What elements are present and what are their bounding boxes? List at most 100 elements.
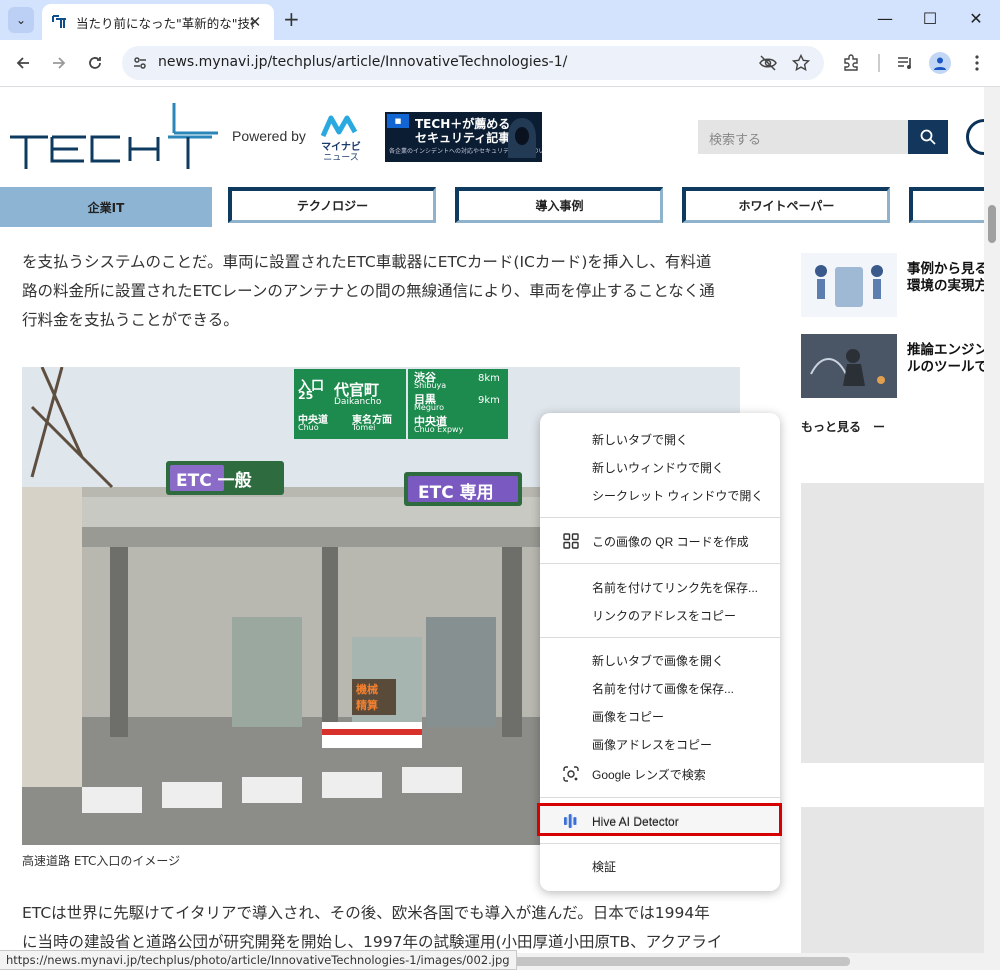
- ctx-label: 検証: [592, 859, 617, 874]
- ctx-google-lens[interactable]: Google レンズで検索: [540, 761, 780, 787]
- horizontal-scroll-thumb[interactable]: [470, 957, 850, 966]
- ctx-open-image-new-tab[interactable]: 新しいタブで画像を開く: [540, 647, 780, 673]
- ctx-open-new-window[interactable]: 新しいウィンドウで開く: [540, 454, 780, 480]
- scrollbar-corner: [984, 953, 1000, 970]
- ctx-separator: [540, 517, 780, 518]
- toolbar-divider: [878, 54, 880, 72]
- sidebar-thumb-1[interactable]: [801, 253, 897, 317]
- reload-button[interactable]: [83, 51, 107, 75]
- user-account-icon[interactable]: [966, 119, 984, 155]
- arrow-left-icon: [16, 57, 29, 69]
- ctx-open-incognito[interactable]: シークレット ウィンドウで開く: [540, 482, 780, 508]
- ctx-separator: [540, 797, 780, 798]
- maximize-button[interactable]: ☐: [915, 8, 945, 30]
- ctx-open-new-tab[interactable]: 新しいタブで開く: [540, 426, 780, 452]
- nav-tab-enterprise-it[interactable]: 企業IT: [0, 187, 212, 227]
- etc-only-sign: ETC 専用: [418, 483, 494, 503]
- ctx-label: 名前を付けて画像を保存...: [592, 681, 735, 696]
- sign-daikancho-en: Daikancho: [334, 397, 382, 407]
- tab-search-button[interactable]: ⌄: [8, 7, 34, 33]
- tech-plus-logo[interactable]: [8, 103, 218, 173]
- sign-chuo-en: Chuo: [298, 423, 319, 432]
- category-nav: 企業IT テクノロジー 導入事例 ホワイトペーパー: [0, 187, 984, 227]
- ctx-label: シークレット ウィンドウで開く: [592, 488, 764, 503]
- menu-kebab-icon[interactable]: [966, 52, 988, 74]
- ctx-copy-image-address[interactable]: 画像アドレスをコピー: [540, 731, 780, 757]
- ctx-inspect[interactable]: 検証: [540, 853, 780, 879]
- more-link[interactable]: もっと見る ー: [801, 418, 885, 435]
- sidebar-ad-slot-2: [801, 807, 984, 953]
- vertical-scroll-thumb[interactable]: [988, 205, 996, 243]
- ctx-create-qr-code[interactable]: この画像の QR コードを作成: [540, 528, 780, 554]
- mynavi-news-logo[interactable]: マイナビ ニュース: [318, 114, 364, 163]
- sidebar-title-line: ルのツールで: [907, 359, 984, 375]
- ctx-copy-image[interactable]: 画像をコピー: [540, 703, 780, 729]
- search-icon: [920, 129, 936, 145]
- sidebar-title-line: 推論エンジン: [907, 342, 984, 358]
- site-info-icon[interactable]: [130, 53, 150, 73]
- search-placeholder: 検索する: [709, 133, 762, 148]
- forward-button[interactable]: [47, 51, 71, 75]
- sign-number: 25: [298, 389, 314, 402]
- nav-tab-more[interactable]: [909, 187, 984, 223]
- mynavi-sub-label: ニュース: [323, 153, 359, 163]
- sidebar-ad-slot-1: [801, 483, 984, 763]
- photo-caption: 高速道路 ETC入口のイメージ: [22, 854, 181, 868]
- web-page: Powered by マイナビ ニュース ■ TECH＋が薦める セキュリティ記…: [0, 87, 984, 953]
- sign-shibuya-km: 8km: [478, 373, 500, 384]
- site-search-input[interactable]: 検索する: [698, 120, 908, 154]
- sign-chuo-expwy-en: Chuo Expwy: [414, 425, 464, 434]
- sign-shibuya-en: Shibuya: [414, 381, 447, 390]
- ctx-label: この画像の QR コードを作成: [592, 534, 749, 549]
- paragraph-line: 路の料金所に設置されたETCレーンのアンテナとの間の無線通信により、車両を停止す…: [22, 282, 715, 300]
- ctx-separator: [540, 637, 780, 638]
- profile-avatar-icon[interactable]: [929, 52, 951, 74]
- machine-sign: 機械: [356, 683, 378, 696]
- eye-slash-icon[interactable]: [758, 53, 778, 73]
- nav-tab-case-studies[interactable]: 導入事例: [455, 187, 663, 223]
- ctx-save-link-as[interactable]: 名前を付けてリンク先を保存...: [540, 574, 780, 600]
- nav-tab-whitepaper[interactable]: ホワイトペーパー: [682, 187, 890, 223]
- google-lens-icon: [562, 765, 580, 783]
- ctx-label: 名前を付けてリンク先を保存...: [592, 580, 759, 595]
- new-tab-button[interactable]: +: [283, 8, 300, 30]
- star-icon[interactable]: [791, 53, 811, 73]
- ctx-label: Google レンズで検索: [592, 767, 706, 782]
- tab-title: 当たり前になった"革新的な"技術た: [76, 15, 254, 31]
- link-status-bar: https://news.mynavi.jp/techplus/photo/ar…: [0, 950, 517, 970]
- chevron-down-icon: ⌄: [15, 13, 27, 27]
- address-bar[interactable]: news.mynavi.jp/techplus/article/Innovati…: [122, 46, 824, 80]
- nav-tab-technology[interactable]: テクノロジー: [228, 187, 436, 223]
- hive-ai-highlighted-icon: [562, 813, 578, 829]
- seisan-sign: 精算: [356, 699, 378, 712]
- ctx-save-image-as[interactable]: 名前を付けて画像を保存...: [540, 675, 780, 701]
- sidebar-title-line: 事例から見る: [907, 261, 984, 277]
- sidebar-item-2-title[interactable]: 推論エンジン ルのツールで: [907, 342, 984, 376]
- close-window-button[interactable]: ✕: [961, 8, 991, 30]
- hive-ai-highlighted-label[interactable]: Hive AI Detector: [592, 815, 679, 829]
- banner-title-2: セキュリティ記事: [415, 131, 511, 145]
- search-button[interactable]: [908, 120, 948, 154]
- back-button[interactable]: [11, 51, 35, 75]
- ctx-label: 新しいウィンドウで開く: [592, 460, 725, 475]
- etc-general-sign: ETC 一般: [176, 471, 252, 491]
- security-ad-banner[interactable]: ■ TECH＋が薦める セキュリティ記事 各企業のインシデントへの対応やセキュリ…: [385, 112, 542, 162]
- banner-badge: ■: [387, 114, 409, 128]
- ctx-label: 新しいタブで画像を開く: [592, 653, 725, 668]
- arrow-right-icon: [53, 57, 66, 69]
- powered-by-text: Powered by: [232, 128, 306, 144]
- sign-meguro-km: 9km: [478, 395, 500, 406]
- hooded-figure-icon: [508, 118, 536, 158]
- ctx-copy-link-address[interactable]: リンクのアドレスをコピー: [540, 602, 780, 628]
- url-text: news.mynavi.jp/techplus/article/Innovati…: [158, 54, 568, 70]
- mynavi-label: マイナビ: [321, 142, 361, 153]
- minimize-button[interactable]: —: [870, 8, 900, 30]
- sidebar-item-1-title[interactable]: 事例から見る 環境の実現方: [907, 261, 984, 295]
- tab-close-icon[interactable]: ✕: [246, 13, 264, 31]
- media-controls-icon[interactable]: [894, 52, 916, 74]
- extensions-icon[interactable]: [840, 52, 862, 74]
- reload-icon: [89, 57, 101, 69]
- ctx-separator: [540, 563, 780, 564]
- sidebar-thumb-2[interactable]: [801, 334, 897, 398]
- tab-active[interactable]: 当たり前になった"革新的な"技術た ✕: [42, 4, 274, 40]
